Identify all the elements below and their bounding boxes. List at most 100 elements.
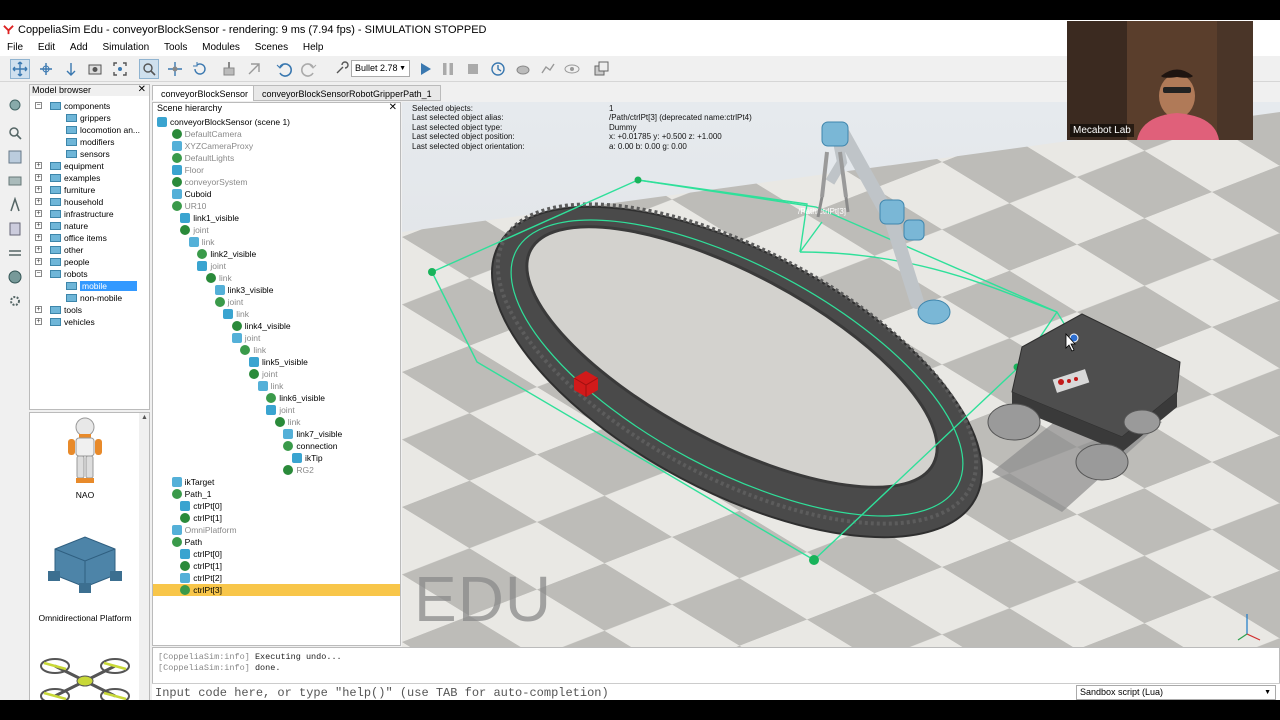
collapse-icon[interactable]: − bbox=[35, 270, 42, 277]
expand-icon[interactable]: + bbox=[35, 186, 42, 193]
calculation-modules-icon[interactable] bbox=[6, 172, 23, 189]
model-tree-item[interactable]: grippers bbox=[66, 112, 111, 124]
hierarchy-item[interactable]: link1_visible bbox=[180, 212, 239, 224]
hierarchy-item[interactable]: joint bbox=[197, 260, 226, 272]
model-tree-item[interactable]: − robots bbox=[35, 268, 88, 280]
scripts-icon[interactable] bbox=[6, 220, 23, 237]
expand-icon[interactable]: + bbox=[35, 258, 42, 265]
hierarchy-item[interactable]: link bbox=[223, 308, 249, 320]
hierarchy-item[interactable]: RG2 bbox=[283, 464, 314, 476]
thumbnail-omni-platform[interactable]: Omnidirectional Platform bbox=[30, 531, 140, 626]
thumbnail-quadcopter[interactable] bbox=[35, 651, 135, 700]
model-tree-item[interactable]: sensors bbox=[66, 148, 110, 160]
model-tree-item[interactable]: + vehicles bbox=[35, 316, 95, 328]
transfer-dna-icon[interactable] bbox=[244, 59, 264, 79]
hierarchy-item-selected[interactable]: ctrlPt[3] bbox=[153, 584, 400, 596]
hierarchy-item[interactable]: DefaultLights bbox=[171, 152, 234, 164]
camera-shift-icon[interactable] bbox=[61, 59, 81, 79]
engine-icon[interactable] bbox=[331, 59, 351, 79]
menu-file[interactable]: File bbox=[0, 40, 28, 56]
user-settings-icon[interactable] bbox=[6, 292, 23, 309]
expand-icon[interactable]: + bbox=[35, 210, 42, 217]
model-tree-item[interactable]: locomotion an... bbox=[66, 124, 140, 136]
camera-pan-icon[interactable] bbox=[10, 59, 30, 79]
hierarchy-item[interactable]: link bbox=[206, 272, 232, 284]
model-tree-item[interactable]: modifiers bbox=[66, 136, 114, 148]
visualization-icon[interactable] bbox=[562, 59, 582, 79]
menu-add[interactable]: Add bbox=[63, 40, 93, 56]
menu-simulation[interactable]: Simulation bbox=[96, 40, 155, 56]
model-browser-toggle-icon[interactable] bbox=[6, 268, 23, 285]
hierarchy-item[interactable]: XYZCameraProxy bbox=[171, 140, 253, 152]
hierarchy-item[interactable]: ctrlPt[1] bbox=[180, 560, 222, 572]
hierarchy-item[interactable]: link3_visible bbox=[214, 284, 273, 296]
expand-icon[interactable]: + bbox=[35, 318, 42, 325]
hierarchy-item[interactable]: link5_visible bbox=[249, 356, 308, 368]
hierarchy-item[interactable]: Floor bbox=[171, 164, 204, 176]
hierarchy-item[interactable]: link4_visible bbox=[231, 320, 291, 332]
model-tree-item[interactable]: + people bbox=[35, 256, 90, 268]
expand-icon[interactable]: + bbox=[35, 306, 42, 313]
object-rotate-icon[interactable] bbox=[190, 59, 210, 79]
hierarchy-item[interactable]: joint bbox=[266, 404, 295, 416]
collections-icon[interactable] bbox=[6, 196, 23, 213]
object-shift-icon[interactable] bbox=[165, 59, 185, 79]
tab-conveyor-block-sensor[interactable]: conveyorBlockSensor bbox=[152, 85, 258, 101]
camera-angle-icon[interactable] bbox=[85, 59, 105, 79]
model-tree-item[interactable]: + other bbox=[35, 244, 83, 256]
hierarchy-item[interactable]: link bbox=[188, 236, 215, 248]
hierarchy-item[interactable]: UR10 bbox=[171, 200, 206, 212]
hierarchy-item[interactable]: connection bbox=[283, 440, 338, 452]
hierarchy-item[interactable]: link7_visible bbox=[283, 428, 342, 440]
shape-edit-icon[interactable] bbox=[6, 244, 23, 261]
slow-icon[interactable] bbox=[513, 59, 533, 79]
hierarchy-item[interactable]: Path bbox=[171, 536, 202, 548]
assemble-icon[interactable] bbox=[219, 59, 239, 79]
pause-icon[interactable] bbox=[438, 59, 458, 79]
fit-to-view-icon[interactable] bbox=[110, 59, 130, 79]
model-tree-item[interactable]: + examples bbox=[35, 172, 100, 184]
scene-viewport[interactable]: /Path/ctrlPt[3] Selected objects: 1 Last… bbox=[402, 102, 1280, 663]
tab-conveyor-gripper-path[interactable]: conveyorBlockSensorRobotGripperPath_1 bbox=[253, 85, 441, 101]
menu-tools[interactable]: Tools bbox=[157, 40, 192, 56]
hierarchy-item[interactable]: conveyorSystem bbox=[171, 176, 247, 188]
hierarchy-item[interactable]: joint bbox=[231, 332, 260, 344]
thumbnail-nao[interactable]: NAO bbox=[35, 415, 135, 505]
hierarchy-item[interactable]: link bbox=[257, 380, 283, 392]
model-tree-item[interactable]: mobile bbox=[66, 280, 138, 292]
model-tree-item[interactable]: + household bbox=[35, 196, 103, 208]
hierarchy-item[interactable]: Path_1 bbox=[171, 488, 212, 500]
fast-icon[interactable] bbox=[538, 59, 558, 79]
model-tree-item[interactable]: + furniture bbox=[35, 184, 95, 196]
hierarchy-item[interactable]: joint bbox=[249, 368, 278, 380]
hierarchy-item[interactable]: ctrlPt[0] bbox=[180, 500, 222, 512]
model-tree-item[interactable]: + office items bbox=[35, 232, 107, 244]
physics-engine-select[interactable]: Bullet 2.78 ▼ bbox=[351, 60, 410, 77]
hierarchy-item[interactable]: link2_visible bbox=[197, 248, 256, 260]
expand-icon[interactable]: + bbox=[35, 234, 42, 241]
zoom-icon[interactable] bbox=[6, 124, 23, 141]
close-icon[interactable]: ✕ bbox=[138, 84, 146, 95]
undo-icon[interactable] bbox=[274, 59, 294, 79]
script-type-select[interactable]: Sandbox script (Lua) ▼ bbox=[1076, 685, 1276, 700]
play-icon[interactable] bbox=[415, 59, 435, 79]
hierarchy-item[interactable]: ctrlPt[0] bbox=[180, 548, 222, 560]
expand-icon[interactable]: + bbox=[35, 246, 42, 253]
menu-scenes[interactable]: Scenes bbox=[248, 40, 293, 56]
model-tree-item[interactable]: + infrastructure bbox=[35, 208, 114, 220]
hierarchy-item[interactable]: link bbox=[274, 416, 301, 428]
model-tree-item[interactable]: + tools bbox=[35, 304, 82, 316]
expand-icon[interactable]: + bbox=[35, 162, 42, 169]
hierarchy-item[interactable]: conveyorBlockSensor (scene 1) bbox=[157, 116, 290, 128]
expand-icon[interactable]: + bbox=[35, 198, 42, 205]
hierarchy-item[interactable]: joint bbox=[214, 296, 243, 308]
redo-icon[interactable] bbox=[299, 59, 319, 79]
scroll-up-icon[interactable]: ▲ bbox=[141, 414, 148, 421]
model-tree-item[interactable]: non-mobile bbox=[66, 292, 122, 304]
close-icon[interactable]: ✕ bbox=[389, 102, 397, 113]
hierarchy-item[interactable]: link6_visible bbox=[266, 392, 325, 404]
model-tree-item[interactable]: − components bbox=[35, 100, 110, 112]
hierarchy-item[interactable]: ikTarget bbox=[171, 476, 214, 488]
hierarchy-item[interactable]: DefaultCamera bbox=[171, 128, 242, 140]
hierarchy-item[interactable]: ctrlPt[1] bbox=[180, 512, 222, 524]
